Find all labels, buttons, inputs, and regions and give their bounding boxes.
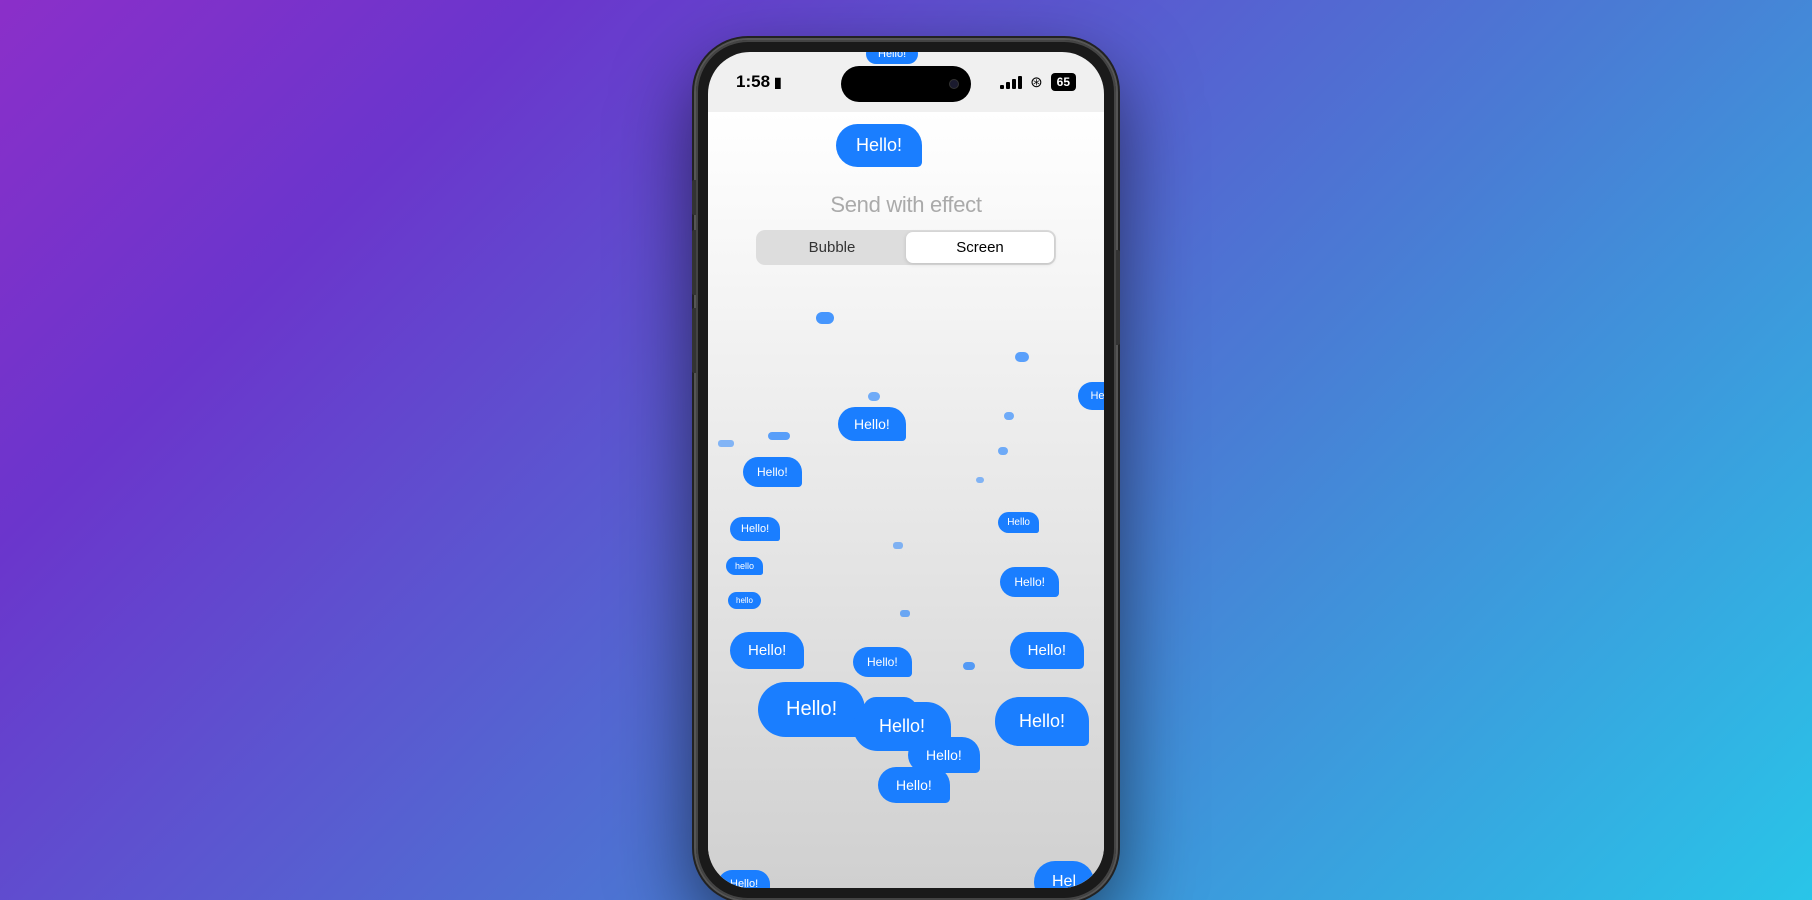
right-edge-bubble: Hel — [1078, 382, 1104, 410]
bubble-dot — [718, 440, 734, 447]
battery-indicator: 65 — [1051, 73, 1076, 91]
bubble-dot — [893, 542, 903, 549]
main-hello-bubble: Hello! — [836, 124, 922, 167]
bubble-dot — [963, 662, 975, 670]
signal-icon — [1000, 75, 1022, 89]
wifi-icon: ⊛ — [1030, 73, 1043, 91]
bubble-hello-4: Hello — [998, 512, 1039, 533]
bubble-dot — [868, 392, 880, 401]
bubble-hello-8: Hello! — [853, 647, 912, 677]
bubble-hello-right-3: Hello! — [995, 697, 1089, 746]
bubbles-area: Hello! Hello! Hello! Hello hello hello H… — [708, 292, 1104, 888]
tab-screen[interactable]: Screen — [906, 232, 1054, 263]
bubble-hello-3: Hello! — [730, 517, 780, 541]
mute-button — [692, 180, 696, 215]
notification-bubble: Hello! — [866, 52, 918, 64]
power-button — [1116, 250, 1120, 345]
bubble-hello-5: hello — [726, 557, 763, 575]
bubble-hello-7: Hello! — [730, 632, 804, 669]
bubble-hello-bottom-3: Hello! — [878, 767, 950, 803]
status-time: 1:58 ▮ — [736, 72, 782, 92]
send-effect-title: Send with effect — [708, 192, 1104, 218]
bubble-dot — [1004, 412, 1014, 420]
bubble-hello-large: Hello! — [758, 682, 865, 737]
bubble-dot — [998, 447, 1008, 455]
bubble-dot — [900, 610, 910, 617]
status-right-icons: ⊛ 65 — [1000, 73, 1076, 91]
volume-down-button — [692, 308, 696, 373]
dynamic-island — [841, 66, 971, 102]
bubble-dot — [768, 432, 790, 440]
bubble-hello-6: hello — [728, 592, 761, 609]
bubble-bottom-edge: Hel — [1034, 861, 1094, 888]
id-icon: ▮ — [774, 74, 782, 91]
bubble-hello-right-2: Hello! — [1010, 632, 1084, 669]
volume-up-button — [692, 230, 696, 295]
bubble-bottom-left: Hello! — [718, 870, 770, 888]
camera-dot — [949, 79, 959, 89]
tab-bubble[interactable]: Bubble — [758, 232, 906, 263]
bubble-dot — [816, 312, 834, 324]
phone-container: Hello! 1:58 ▮ ⊛ 65 — [696, 40, 1116, 900]
bubble-dot — [976, 477, 984, 483]
screen-content: Hello! Send with effect Bubble Screen — [708, 112, 1104, 888]
bubble-hello-2: Hello! — [743, 457, 802, 487]
phone-screen: Hello! 1:58 ▮ ⊛ 65 — [708, 52, 1104, 888]
bubble-hello-1: Hello! — [838, 407, 906, 441]
bubble-hello-right-1: Hello! — [1000, 567, 1059, 597]
tab-selector[interactable]: Bubble Screen — [756, 230, 1056, 265]
bubble-dot — [1015, 352, 1029, 362]
